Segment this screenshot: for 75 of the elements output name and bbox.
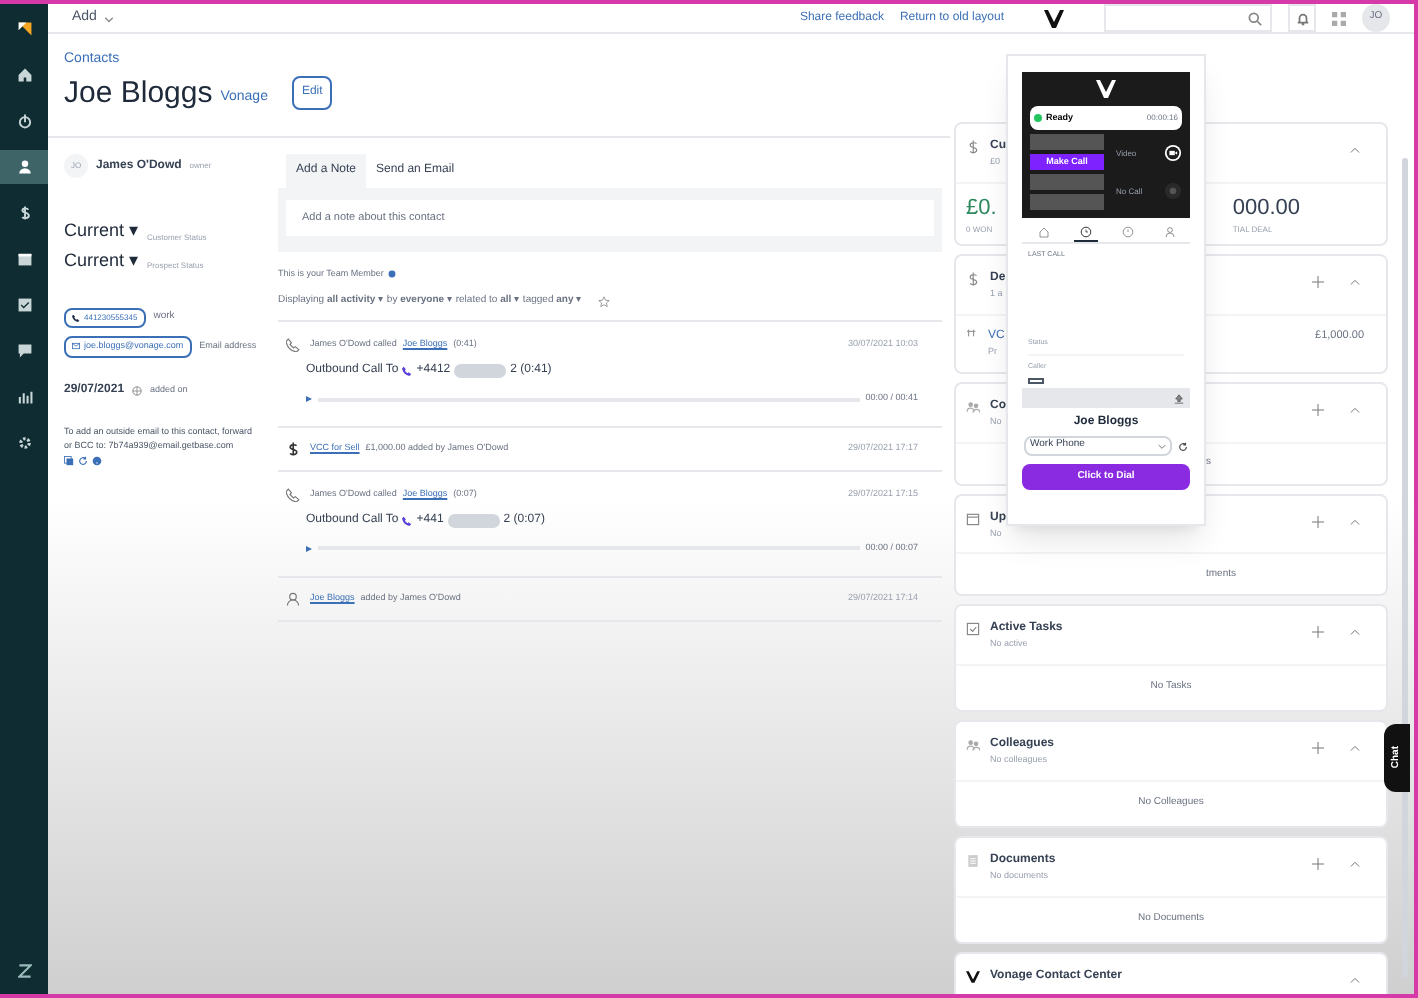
dialer-tab[interactable]: [1073, 222, 1097, 242]
stat-value: 000.00: [1232, 193, 1300, 224]
z-logo-icon[interactable]: [17, 964, 31, 978]
chevron-icon[interactable]: [1350, 517, 1360, 525]
info-icon: [387, 270, 396, 279]
refresh-icon[interactable]: [1178, 441, 1188, 451]
chevron-icon[interactable]: [1350, 859, 1360, 868]
chat-icon: [15, 342, 33, 360]
globe-icon: [132, 385, 143, 396]
call-status-icon: [1164, 182, 1182, 200]
apps-icon[interactable]: [1332, 11, 1346, 25]
vonage-logo-icon[interactable]: [1044, 9, 1064, 27]
vonage-logo-icon: [1096, 80, 1116, 98]
star-icon[interactable]: [598, 295, 611, 307]
envelope-icon: [72, 342, 80, 351]
plus-icon[interactable]: [1312, 276, 1324, 289]
calendar-icon: [15, 250, 33, 268]
logo-icon: [15, 20, 33, 38]
search-field[interactable]: [1104, 4, 1272, 32]
plus-icon[interactable]: [1312, 626, 1324, 639]
calendar-icon: [966, 511, 980, 525]
vonage-logo-icon: [966, 969, 980, 983]
search-icon: [1248, 11, 1262, 25]
phone-icon: [72, 314, 80, 322]
bar-chart-icon: [15, 388, 33, 406]
plus-icon[interactable]: [1312, 403, 1324, 416]
scrollbar[interactable]: [1401, 158, 1407, 978]
redaction-blur: [454, 364, 507, 379]
stat-value: £0.: [966, 193, 997, 224]
home-icon: [15, 66, 33, 84]
dollar-icon: [286, 442, 300, 456]
video-button-icon[interactable]: [1164, 144, 1182, 162]
dollar-icon: [15, 204, 33, 222]
upload-icon[interactable]: [1174, 393, 1184, 403]
phone-icon: [402, 366, 413, 377]
play-icon[interactable]: [306, 396, 312, 403]
copy-icon[interactable]: [64, 455, 74, 466]
dollar-icon: [966, 140, 980, 154]
status-value[interactable]: Current ▾: [64, 247, 140, 274]
status-value[interactable]: Current ▾: [64, 218, 140, 245]
chevron-down-icon: [1158, 443, 1166, 449]
phone-icon: [286, 338, 300, 353]
chevron-icon[interactable]: [1350, 975, 1360, 983]
person-icon: [286, 591, 300, 606]
help-icon: [92, 455, 102, 466]
chevron-icon[interactable]: [1350, 405, 1360, 414]
chevron-icon[interactable]: [1350, 278, 1360, 287]
plus-icon[interactable]: [1312, 857, 1324, 870]
gear-icon: [15, 434, 33, 452]
clock-icon: [1079, 226, 1091, 238]
history-icon: [1121, 226, 1133, 238]
plus-icon[interactable]: [1312, 515, 1324, 527]
chevron-down-icon: [104, 13, 115, 23]
nav-item[interactable]: [0, 150, 48, 184]
refresh-icon[interactable]: [78, 455, 88, 466]
people-icon: [966, 399, 980, 414]
phone-icon: [286, 488, 300, 502]
home-icon: [1037, 226, 1049, 238]
plus-icon[interactable]: [1312, 742, 1324, 754]
people-icon: [966, 738, 980, 752]
dollar-icon: [966, 272, 980, 287]
person-icon: [15, 158, 33, 176]
checklist-icon: [15, 296, 33, 314]
chevron-icon[interactable]: [1350, 628, 1360, 637]
checkbox-icon: [966, 622, 980, 637]
contact-name: Joe Bloggs: [64, 73, 213, 113]
bell-icon: [1295, 11, 1309, 25]
phone-icon: [402, 516, 413, 526]
document-icon: [966, 853, 980, 868]
chevron-icon[interactable]: [1350, 146, 1360, 154]
contacts-icon: [1163, 226, 1175, 238]
notifications-button[interactable]: [1288, 4, 1316, 32]
redaction-blur: [447, 514, 500, 528]
play-icon[interactable]: [306, 545, 312, 552]
chevron-icon[interactable]: [1350, 744, 1360, 752]
